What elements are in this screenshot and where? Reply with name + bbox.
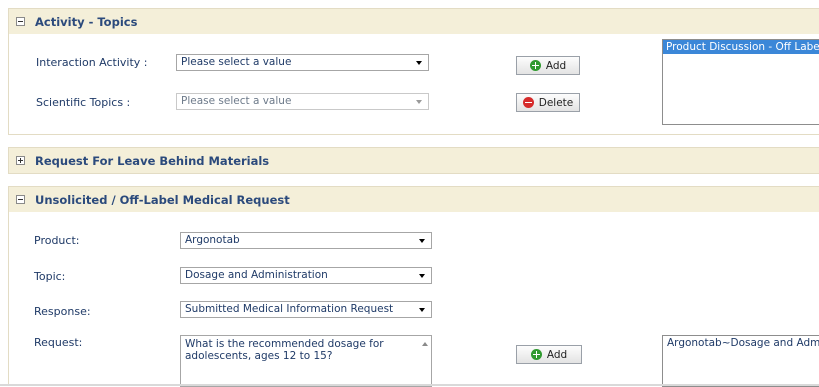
leave-behind-header[interactable]: Request For Leave Behind Materials	[9, 148, 819, 173]
response-select[interactable]: Submitted Medical Information Request	[180, 301, 432, 318]
scientific-topics-select[interactable]: Please select a value	[176, 93, 429, 110]
interaction-activity-label: Interaction Activity :	[36, 56, 148, 69]
activity-topics-header[interactable]: Activity - Topics	[9, 9, 819, 34]
leave-behind-panel: Request For Leave Behind Materials	[8, 147, 819, 174]
request-textarea[interactable]: What is the recommended dosage for adole…	[180, 335, 432, 387]
topic-label: Topic:	[34, 270, 66, 283]
scientific-topics-label: Scientific Topics :	[36, 96, 131, 109]
add-topic-label: Add	[545, 59, 567, 72]
topic-select[interactable]: Dosage and Administration	[180, 267, 432, 284]
interaction-activity-value: Please select a value	[181, 56, 292, 68]
response-label: Response:	[34, 305, 91, 318]
chevron-down-icon	[416, 100, 422, 104]
unsolicited-request-title: Unsolicited / Off-Label Medical Request	[35, 192, 290, 207]
selected-topics-listbox[interactable]: Product Discussion - Off Label	[662, 39, 819, 125]
chevron-down-icon	[416, 61, 422, 65]
collapse-icon[interactable]	[16, 17, 25, 26]
response-value: Submitted Medical Information Request	[185, 303, 394, 315]
activity-topics-title: Activity - Topics	[35, 14, 138, 29]
expand-icon[interactable]	[16, 156, 25, 165]
delete-topic-button[interactable]: Delete	[516, 93, 580, 112]
request-text: What is the recommended dosage for adole…	[185, 338, 384, 362]
delete-topic-label: Delete	[538, 96, 574, 109]
minus-circle-icon	[522, 97, 534, 108]
scientific-topics-value: Please select a value	[181, 95, 292, 107]
product-select[interactable]: Argonotab	[180, 232, 432, 249]
product-label: Product:	[34, 234, 80, 247]
plus-circle-icon	[529, 60, 541, 71]
chevron-down-icon	[419, 308, 425, 312]
plus-circle-icon	[530, 349, 542, 360]
bottom-divider	[0, 384, 819, 386]
chevron-down-icon	[419, 274, 425, 278]
unsolicited-request-header[interactable]: Unsolicited / Off-Label Medical Request	[9, 187, 819, 212]
collapse-icon[interactable]	[16, 195, 25, 204]
selected-request-item[interactable]: Argonotab~Dosage and Administration	[663, 336, 819, 350]
add-request-label: Add	[546, 348, 568, 361]
chevron-down-icon	[419, 239, 425, 243]
request-label: Request:	[34, 336, 83, 349]
selected-topics-item[interactable]: Product Discussion - Off Label	[663, 40, 819, 54]
product-value: Argonotab	[185, 234, 240, 246]
scroll-up-icon[interactable]	[422, 342, 428, 346]
add-topic-button[interactable]: Add	[516, 56, 580, 75]
topic-value: Dosage and Administration	[185, 269, 328, 281]
interaction-activity-select[interactable]: Please select a value	[176, 54, 429, 71]
selected-requests-listbox[interactable]: Argonotab~Dosage and Administration	[662, 335, 819, 387]
leave-behind-title: Request For Leave Behind Materials	[35, 153, 270, 168]
add-request-button[interactable]: Add	[516, 345, 582, 364]
